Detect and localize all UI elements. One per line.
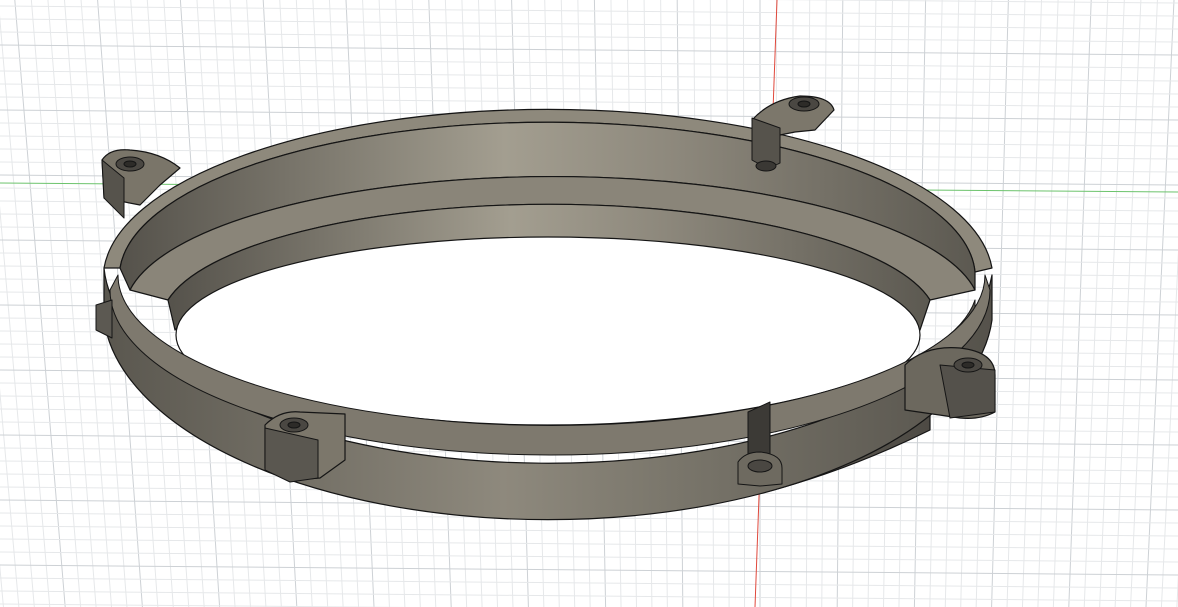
grid-line-horizontal <box>0 57 1178 69</box>
3d-viewport[interactable] <box>0 0 1178 607</box>
grid-line-vertical <box>0 14 51 607</box>
grid-line-horizontal <box>0 70 1178 82</box>
grid-line-vertical <box>0 205 35 607</box>
grid-line-horizontal <box>0 5 1178 17</box>
grid-line-vertical <box>991 0 1009 607</box>
grid-line-vertical <box>0 563 4 607</box>
grid-line-vertical <box>944 0 960 607</box>
canvas[interactable] <box>0 0 1178 607</box>
grid-line-vertical <box>0 388 20 607</box>
grid-line-horizontal <box>0 31 1178 43</box>
grid-line-horizontal <box>0 44 1178 56</box>
grid-line-horizontal <box>0 83 1178 95</box>
mounting-tab-front-center[interactable] <box>737 451 783 487</box>
grid-line-vertical <box>1099 0 1125 607</box>
grid-line-vertical <box>1114 0 1142 607</box>
grid-line-horizontal <box>0 590 1178 602</box>
grid-line-vertical <box>1130 0 1158 607</box>
grid-line-vertical <box>1145 0 1175 607</box>
grid-line-vertical <box>14 0 66 607</box>
countersunk-hole-icon <box>747 459 773 473</box>
grid-line-vertical <box>960 0 976 607</box>
grid-line-horizontal <box>0 18 1178 30</box>
grid-line-vertical <box>1006 0 1026 607</box>
grid-line-horizontal <box>765 0 1178 4</box>
grid-line-horizontal <box>0 96 1178 108</box>
grid-line-horizontal <box>0 577 1178 589</box>
grid-line-vertical <box>1052 0 1076 607</box>
grid-line-vertical <box>1037 0 1059 607</box>
grid-line-vertical <box>929 0 943 607</box>
ring-model[interactable] <box>95 95 996 521</box>
grid-line-vertical <box>30 0 82 607</box>
mounting-tab-right[interactable] <box>904 347 996 419</box>
grid-line-vertical <box>130 0 174 607</box>
grid-line-vertical <box>1021 0 1043 607</box>
